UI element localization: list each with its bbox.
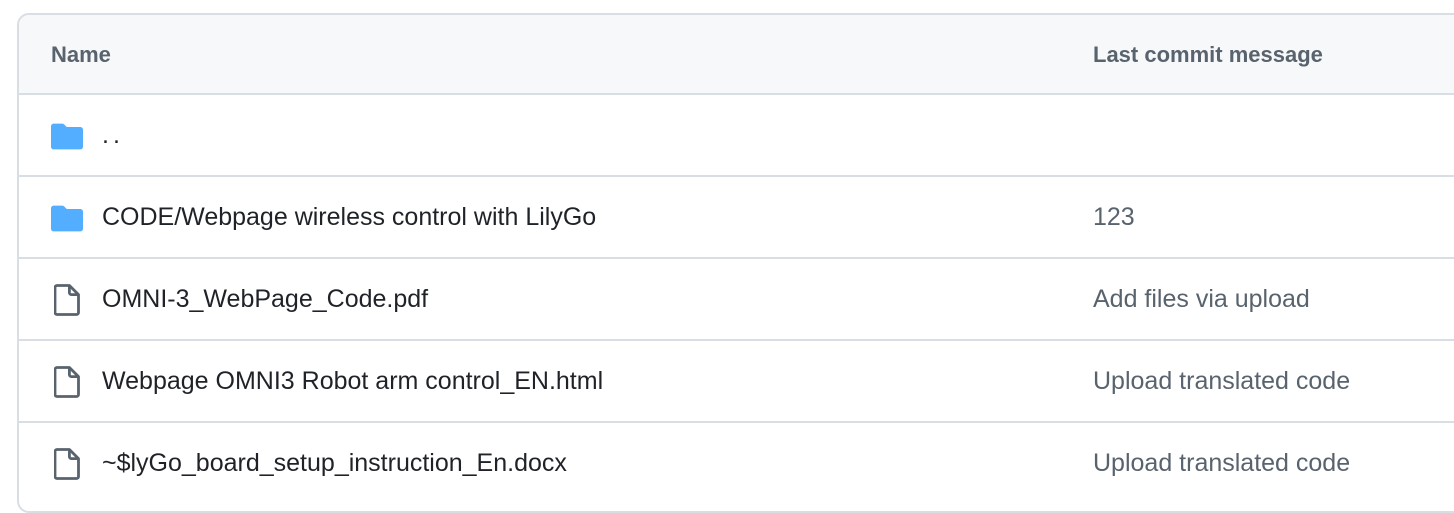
folder-name-link[interactable]: CODE/Webpage wireless control with LilyG… — [102, 177, 596, 257]
table-row[interactable]: OMNI-3_WebPage_Code.pdf Add files via up… — [19, 259, 1454, 341]
table-row[interactable]: ~$lyGo_board_setup_instruction_En.docx U… — [19, 423, 1454, 505]
file-icon — [51, 284, 83, 316]
table-row[interactable]: Webpage OMNI3 Robot arm control_EN.html … — [19, 341, 1454, 423]
commit-message-column-header: Last commit message — [1093, 42, 1323, 67]
name-column-header: Name — [51, 42, 111, 67]
file-table: Name Last commit message .. CODE/Webpage… — [17, 13, 1454, 513]
file-name-link[interactable]: ~$lyGo_board_setup_instruction_En.docx — [102, 423, 567, 503]
parent-directory-link[interactable]: .. — [102, 95, 124, 175]
file-name-link[interactable]: OMNI-3_WebPage_Code.pdf — [102, 259, 428, 339]
commit-message-link[interactable]: Upload translated code — [1093, 423, 1350, 503]
file-icon — [51, 366, 83, 398]
commit-message-link[interactable]: Add files via upload — [1093, 259, 1310, 339]
file-icon — [51, 448, 83, 480]
commit-message-link[interactable]: 123 — [1093, 177, 1135, 257]
table-row-parent-dir[interactable]: .. — [19, 95, 1454, 177]
commit-message-link[interactable]: Upload translated code — [1093, 341, 1350, 421]
table-header: Name Last commit message — [19, 15, 1454, 95]
table-row[interactable]: CODE/Webpage wireless control with LilyG… — [19, 177, 1454, 259]
folder-icon — [51, 202, 83, 234]
file-name-link[interactable]: Webpage OMNI3 Robot arm control_EN.html — [102, 341, 603, 421]
folder-icon — [51, 120, 83, 152]
